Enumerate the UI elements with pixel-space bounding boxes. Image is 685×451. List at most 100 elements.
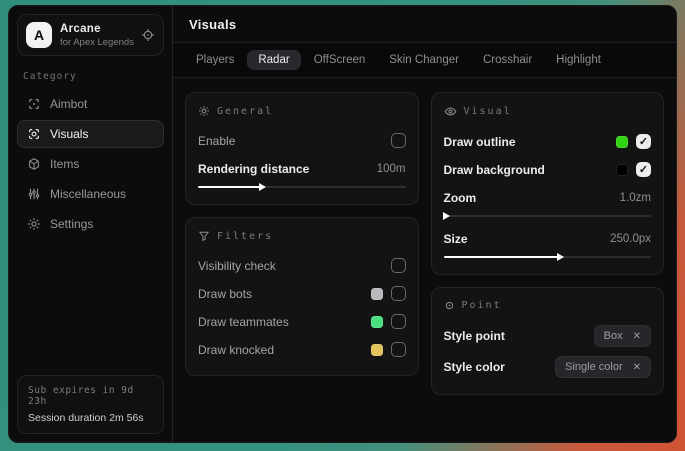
crosshair-icon [27, 97, 41, 111]
sidebar-nav: Aimbot Visuals Items [17, 90, 164, 238]
enable-checkbox[interactable] [391, 133, 406, 148]
tab-players[interactable]: Players [185, 50, 245, 70]
draw-teammates-checkbox[interactable] [391, 314, 406, 329]
draw-outline-row: Draw outline [444, 129, 652, 154]
target-icon[interactable] [141, 28, 155, 42]
slider-track [444, 215, 652, 217]
draw-background-checkbox[interactable] [636, 162, 651, 177]
zoom-row: Zoom 1.0zm [444, 185, 652, 210]
sidebar-item-label: Items [50, 157, 79, 171]
style-point-value: Box [604, 330, 623, 342]
app-name: Arcane [60, 23, 133, 35]
rendering-distance-row: Rendering distance 100m [198, 156, 406, 181]
visibility-check-checkbox[interactable] [391, 258, 406, 273]
general-card: General Enable Rendering distance 100m [185, 92, 419, 205]
slider-fill [198, 186, 260, 188]
draw-bots-row: Draw bots [198, 281, 406, 306]
sidebar-item-aimbot[interactable]: Aimbot [17, 90, 164, 118]
draw-outline-color-swatch[interactable] [616, 136, 628, 148]
style-color-value: Single color [565, 361, 622, 373]
style-color-select[interactable]: Single color ✕ [555, 356, 651, 378]
draw-bots-color-swatch[interactable] [371, 288, 383, 300]
rendering-distance-label: Rendering distance [198, 162, 369, 176]
tab-bar: Players Radar OffScreen Skin Changer Cro… [173, 43, 676, 78]
close-icon[interactable]: ✕ [633, 362, 641, 373]
sidebar-item-label: Settings [50, 217, 93, 231]
sub-expires-text: Sub expires in 9d 23h [28, 385, 153, 407]
funnel-icon [198, 230, 210, 242]
style-point-label: Style point [444, 329, 586, 343]
size-row: Size 250.0px [444, 226, 652, 251]
style-color-label: Style color [444, 360, 548, 374]
draw-background-color-swatch[interactable] [616, 164, 628, 176]
zoom-label: Zoom [444, 191, 612, 205]
draw-knocked-row: Draw knocked [198, 337, 406, 362]
eye-icon [444, 105, 457, 118]
draw-bots-label: Draw bots [198, 287, 363, 301]
page-title: Visuals [189, 17, 660, 32]
point-card: Point Style point Box ✕ Style color Sing… [431, 287, 665, 395]
tab-crosshair[interactable]: Crosshair [472, 50, 543, 70]
draw-outline-label: Draw outline [444, 135, 609, 149]
left-column: General Enable Rendering distance 100m [185, 92, 419, 376]
visibility-check-label: Visibility check [198, 259, 383, 273]
right-column: Visual Draw outline Draw background Zoom [431, 92, 665, 395]
filters-card-header: Filters [198, 230, 406, 242]
visibility-check-row: Visibility check [198, 253, 406, 278]
sidebar-item-visuals[interactable]: Visuals [17, 120, 164, 148]
draw-knocked-color-swatch[interactable] [371, 344, 383, 356]
main-header: Visuals [173, 6, 676, 43]
sidebar-item-label: Aimbot [50, 97, 87, 111]
brand-text: Arcane for Apex Legends [60, 23, 133, 48]
zoom-value: 1.0zm [620, 192, 651, 204]
sidebar-item-label: Miscellaneous [50, 187, 126, 201]
subscription-info: Sub expires in 9d 23h Session duration 2… [17, 375, 164, 434]
style-point-row: Style point Box ✕ [444, 322, 652, 350]
gear-icon [198, 105, 210, 117]
close-icon[interactable]: ✕ [633, 331, 641, 342]
draw-teammates-color-swatch[interactable] [371, 316, 383, 328]
main-panel: Visuals Players Radar OffScreen Skin Cha… [172, 6, 676, 442]
tab-skin-changer[interactable]: Skin Changer [378, 50, 470, 70]
size-value: 250.0px [610, 233, 651, 245]
sidebar-item-miscellaneous[interactable]: Miscellaneous [17, 180, 164, 208]
visual-card-header: Visual [444, 105, 652, 118]
point-card-title: Point [462, 300, 502, 311]
draw-knocked-label: Draw knocked [198, 343, 363, 357]
draw-background-label: Draw background [444, 163, 609, 177]
tab-offscreen[interactable]: OffScreen [303, 50, 377, 70]
enable-label: Enable [198, 134, 383, 148]
general-card-header: General [198, 105, 406, 117]
filters-card: Filters Visibility check Draw bots Draw … [185, 217, 419, 376]
visual-card-title: Visual [464, 106, 512, 117]
sidebar-item-settings[interactable]: Settings [17, 210, 164, 238]
gear-icon [27, 217, 41, 231]
draw-background-row: Draw background [444, 157, 652, 182]
tab-highlight[interactable]: Highlight [545, 50, 612, 70]
tab-radar[interactable]: Radar [247, 50, 300, 70]
enable-row: Enable [198, 128, 406, 153]
draw-teammates-label: Draw teammates [198, 315, 363, 329]
category-label: Category [23, 71, 158, 82]
draw-knocked-checkbox[interactable] [391, 342, 406, 357]
sliders-icon [27, 187, 41, 201]
rendering-distance-slider[interactable] [198, 183, 406, 191]
visual-card: Visual Draw outline Draw background Zoom [431, 92, 665, 275]
rendering-distance-value: 100m [377, 163, 406, 175]
filters-card-title: Filters [217, 231, 273, 242]
sidebar-item-items[interactable]: Items [17, 150, 164, 178]
app-logo: A [26, 22, 52, 48]
draw-outline-checkbox[interactable] [636, 134, 651, 149]
sidebar-item-label: Visuals [50, 127, 88, 141]
style-point-select[interactable]: Box ✕ [594, 325, 651, 347]
size-slider[interactable] [444, 253, 652, 261]
point-card-header: Point [444, 300, 652, 311]
draw-teammates-row: Draw teammates [198, 309, 406, 334]
slider-fill [444, 256, 558, 258]
settings-content: General Enable Rendering distance 100m [173, 78, 676, 409]
box-icon [27, 157, 41, 171]
app-window: A Arcane for Apex Legends Category [8, 5, 677, 443]
zoom-slider[interactable] [444, 212, 652, 220]
size-label: Size [444, 232, 603, 246]
draw-bots-checkbox[interactable] [391, 286, 406, 301]
